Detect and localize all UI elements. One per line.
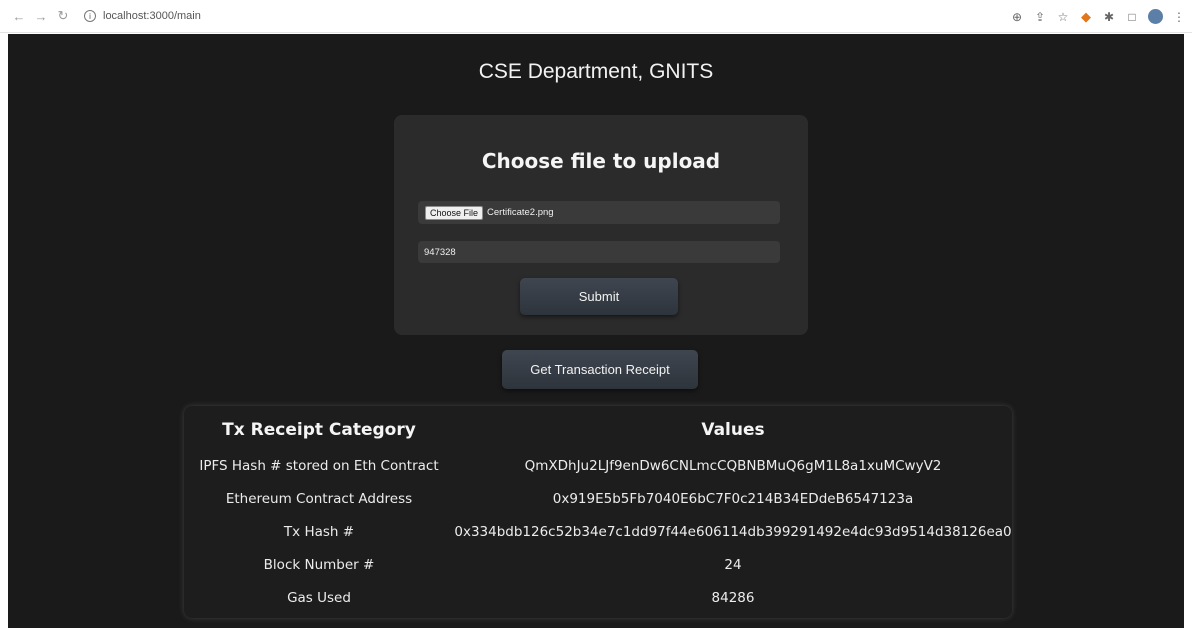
bookmark-star-icon[interactable]: ☆ bbox=[1056, 10, 1070, 24]
row-category: Block Number # bbox=[263, 557, 375, 573]
get-transaction-receipt-button[interactable]: Get Transaction Receipt bbox=[502, 350, 698, 389]
upload-heading: Choose file to upload bbox=[481, 149, 721, 173]
extensions-puzzle-icon[interactable]: ✱ bbox=[1102, 10, 1116, 24]
header-category: Tx Receipt Category bbox=[222, 420, 416, 440]
row-value: QmXDhJu2LJf9enDw6CNLmcCQBNBMuQ6gM1L8a1xu… bbox=[524, 458, 942, 474]
install-icon[interactable]: ⊕ bbox=[1010, 10, 1024, 24]
row-category: IPFS Hash # stored on Eth Contract bbox=[199, 458, 439, 474]
side-panel-icon[interactable]: □ bbox=[1125, 10, 1139, 24]
file-input[interactable]: Choose File Certificate2.png bbox=[418, 201, 780, 224]
browser-tools: ⊕ ⇪ ☆ ◆ ✱ □ ⋮ bbox=[1010, 0, 1186, 33]
table-row: Ethereum Contract Address 0x919E5b5Fb704… bbox=[184, 491, 1012, 515]
upload-card: Choose file to upload Choose File Certif… bbox=[394, 115, 808, 335]
profile-avatar[interactable] bbox=[1148, 9, 1163, 24]
row-value: 84286 bbox=[711, 590, 755, 606]
number-input[interactable]: 947328 bbox=[418, 241, 780, 263]
row-value: 0x334bdb126c52b34e7c1dd97f44e606114db399… bbox=[454, 524, 1012, 540]
share-icon[interactable]: ⇪ bbox=[1033, 10, 1047, 24]
table-row: Gas Used 84286 bbox=[184, 590, 1012, 614]
info-icon[interactable]: i bbox=[84, 10, 96, 22]
submit-button[interactable]: Submit bbox=[520, 278, 678, 315]
forward-icon[interactable]: → bbox=[30, 9, 52, 24]
metamask-fox-icon[interactable]: ◆ bbox=[1079, 9, 1093, 24]
row-category: Gas Used bbox=[287, 590, 351, 606]
row-category: Ethereum Contract Address bbox=[225, 491, 413, 507]
app-page: CSE Department, GNITS Choose file to upl… bbox=[8, 34, 1184, 628]
nav-buttons: ← → ↻ bbox=[8, 8, 74, 24]
page-title: CSE Department, GNITS bbox=[478, 60, 714, 83]
row-category: Tx Hash # bbox=[283, 524, 355, 540]
table-row: Block Number # 24 bbox=[184, 557, 1012, 581]
table-row: Tx Hash # 0x334bdb126c52b34e7c1dd97f44e6… bbox=[184, 524, 1012, 548]
choose-file-button[interactable]: Choose File bbox=[425, 205, 484, 220]
table-row: IPFS Hash # stored on Eth Contract QmXDh… bbox=[184, 458, 1012, 482]
row-value: 0x919E5b5Fb7040E6bC7F0c214B34EDdeB654712… bbox=[552, 491, 914, 507]
header-values: Values bbox=[701, 420, 765, 440]
receipt-table: Tx Receipt Category Values IPFS Hash # s… bbox=[184, 406, 1012, 618]
back-icon[interactable]: ← bbox=[8, 9, 30, 24]
row-value: 24 bbox=[724, 557, 742, 573]
url-text: localhost:3000/main bbox=[103, 10, 201, 22]
menu-kebab-icon[interactable]: ⋮ bbox=[1172, 10, 1186, 24]
reload-icon[interactable]: ↻ bbox=[52, 8, 74, 24]
address-bar[interactable]: i localhost:3000/main bbox=[84, 5, 201, 27]
browser-toolbar: ← → ↻ i localhost:3000/main ⊕ ⇪ ☆ ◆ ✱ □ … bbox=[0, 0, 1192, 33]
selected-file-name: Certificate2.png bbox=[487, 207, 554, 218]
